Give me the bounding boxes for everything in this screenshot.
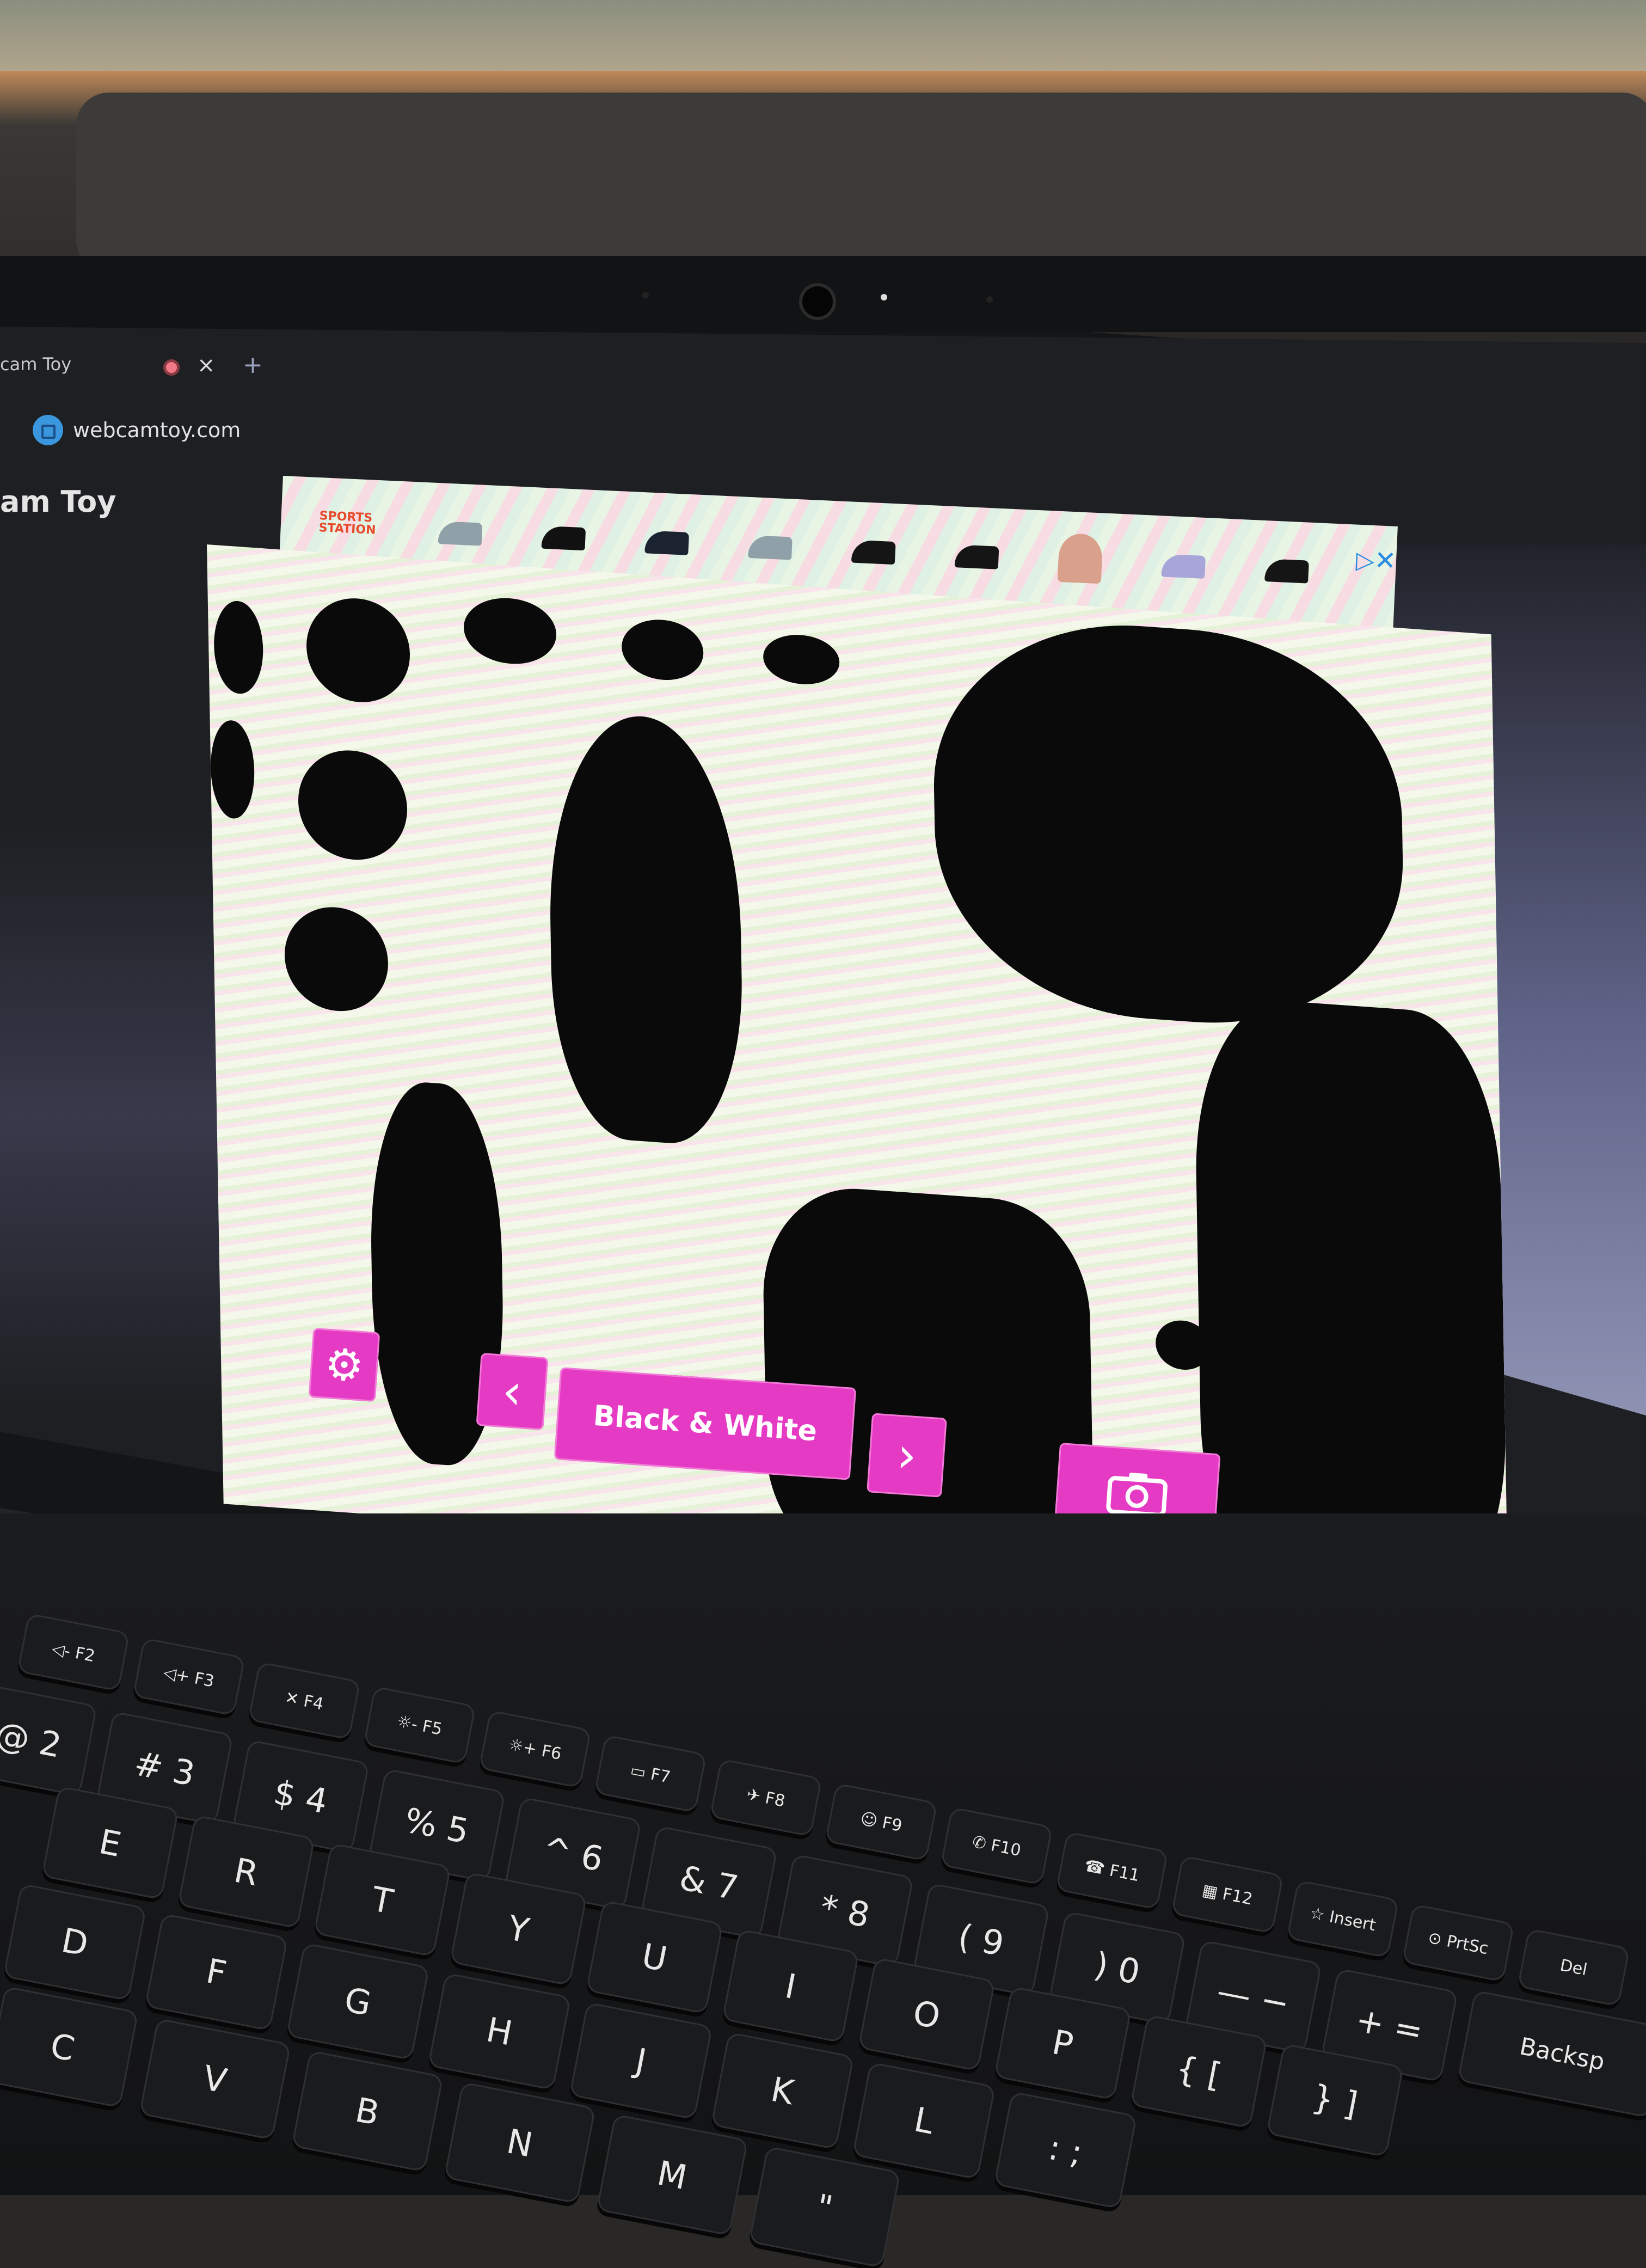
next-effect-button[interactable]: › xyxy=(867,1413,947,1498)
sensor-dot xyxy=(642,292,649,298)
webcam-preview xyxy=(207,544,1508,1594)
halftone-dot xyxy=(213,599,264,696)
ad-brand-logo: SPORTS STATION xyxy=(318,509,376,537)
browser-tab[interactable]: cam Toy xyxy=(0,354,71,375)
camera-icon xyxy=(1106,1473,1168,1517)
effect-label: Black & White xyxy=(592,1399,819,1448)
webcam-lens xyxy=(799,283,836,320)
ad-close-icon[interactable]: ✕ xyxy=(1374,545,1397,577)
address-bar[interactable]: webcamtoy.com xyxy=(73,418,241,442)
ad-product-sneaker-blue-stripes[interactable] xyxy=(644,530,690,555)
recording-icon xyxy=(163,359,180,376)
halftone-dot xyxy=(463,594,557,667)
person-silhouette xyxy=(546,709,745,1149)
gear-icon: ⚙ xyxy=(323,1338,366,1392)
site-camera-icon xyxy=(33,415,63,445)
person-hair xyxy=(931,611,1406,1037)
ad-product-sneaker-black-stripes[interactable] xyxy=(1264,559,1309,584)
halftone-dot xyxy=(284,903,389,1015)
halftone-dot xyxy=(621,617,704,683)
ad-product-sneaker-black-stripes[interactable] xyxy=(851,540,896,565)
halftone-dot xyxy=(763,632,840,687)
ad-product-sneaker-lilac[interactable] xyxy=(1161,554,1206,579)
chevron-right-icon: › xyxy=(895,1426,919,1485)
chevron-left-icon: ‹ xyxy=(500,1362,524,1421)
previous-effect-button[interactable]: ‹ xyxy=(476,1352,549,1431)
ad-product-sneaker-black-stripes[interactable] xyxy=(954,544,999,569)
page-title: am Toy xyxy=(0,485,116,519)
ad-product-sneaker-black[interactable] xyxy=(541,525,586,551)
ad-choices-icon[interactable]: ▷ xyxy=(1355,547,1375,575)
settings-button[interactable]: ⚙ xyxy=(308,1327,380,1402)
couch-cushion xyxy=(76,93,1646,272)
ad-product-sneaker-grey[interactable] xyxy=(438,521,483,546)
sensor-dot xyxy=(986,296,993,303)
halftone-dot xyxy=(297,746,408,863)
new-tab-icon[interactable]: + xyxy=(243,351,263,379)
halftone-dot xyxy=(305,594,411,706)
tab-close-icon[interactable]: × xyxy=(197,353,216,378)
halftone-dot xyxy=(210,719,255,820)
ad-product-cap-pink[interactable] xyxy=(1057,532,1103,584)
ad-product-sneaker-grey[interactable] xyxy=(748,535,793,560)
webcam-light xyxy=(881,294,887,301)
shoulder-silhouette xyxy=(1193,995,1508,1594)
